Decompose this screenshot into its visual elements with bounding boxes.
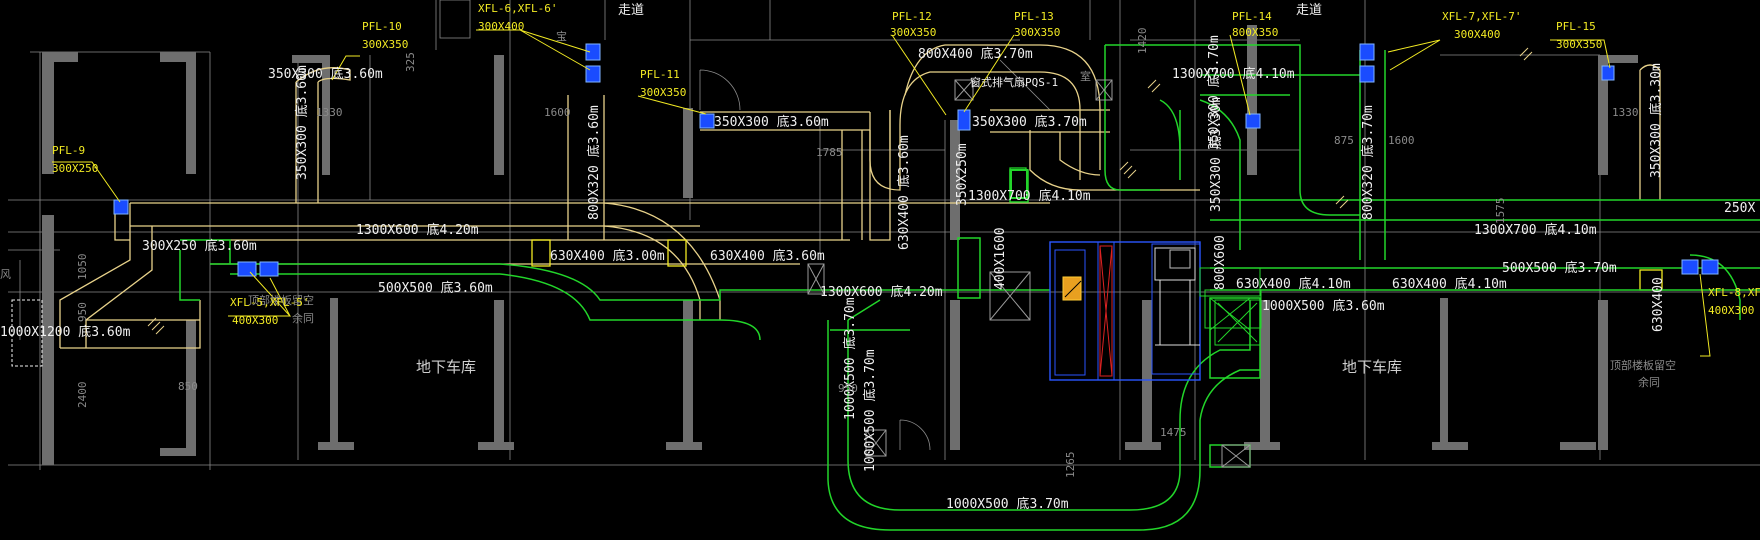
tag-name: XFL-5,XFL-5' [230,296,309,309]
tag-name: PFL-12 [892,10,932,23]
dimension-label: 1600 [1388,134,1415,147]
duct-label: 1300X700 底4.10m [1474,222,1597,238]
dimension-label: 1050 [76,254,89,281]
dimension-label: 1475 [1160,426,1187,439]
tag-size: 300X400 [478,20,524,33]
duct-label: 800X400 底3.70m [918,46,1033,62]
duct-label: 1000X1200 底3.60m [0,324,131,340]
vent-xfl-7b [1359,65,1375,83]
tag-name: PFL-15 [1556,20,1596,33]
vent-xfl-6 [585,43,601,61]
reserve-label: 余同 [292,311,314,325]
dimension-label: 1785 [816,146,843,159]
duct-label: 500X500 底3.60m [378,280,493,296]
tag-size: 300X400 [1454,28,1500,41]
duct-label: 250X [1724,201,1755,216]
reserve-label: 顶部楼板留空 [1610,358,1676,372]
duct-label: 350X300 底3.60m [268,66,383,82]
duct-label: 800X320 底3.70m [1360,105,1376,220]
tag-size: 300X350 [890,26,936,39]
vent-xfl-7 [1359,43,1375,61]
duct-label: 1000X500 底3.70m [946,496,1069,512]
vent-pfl-9 [113,199,129,215]
duct-label: 630X400 底3.00m [550,248,665,264]
vent-xfl-8 [1681,259,1699,275]
duct-label: 1000X500 底3.70m [862,349,878,472]
tag-size: 300X350 [640,86,686,99]
tag-name: PFL-10 [362,20,402,33]
vent-xfl-5b [259,261,279,277]
tag-size: 300X250 [52,162,98,175]
dimension-label: 850 [178,380,198,393]
duct-label: 350X300 底3.60m [714,114,829,130]
vent-pfl-14 [1245,113,1261,129]
partial-label: 宝 [556,29,567,43]
duct-label: 630X400 底4.10m [1392,276,1507,292]
vent-pfl-13 [957,109,971,131]
tag-name: PFL-14 [1232,10,1272,23]
dimension-label: 1330 [1612,106,1639,119]
duct-label: 350X300 底3.70m [972,114,1087,130]
air-handling-unit [1049,241,1262,381]
corridor-label: 走道 [618,3,644,18]
tag-name: PFL-9 [52,144,85,157]
tag-size: 400X300 [232,314,278,327]
duct-label: 1300X600 底4.20m [356,222,479,238]
reserve-label: 余同 [1638,375,1660,389]
dimension-label: 1265 [1064,452,1077,479]
duct-label: 630X400 底3.60m [710,248,825,264]
tag-name: XFL-6,XFL-6' [478,2,557,15]
duct-label: 1300X700 底4.10m [1172,66,1295,82]
duct-label: 350X300 底3.30m [1208,97,1224,212]
garage-label: 地下车库 [416,358,476,376]
vent-xfl-8b [1701,259,1719,275]
partial-label: 室 [1080,69,1091,83]
tag-name: PFL-13 [1014,10,1054,23]
vent-xfl-5 [237,261,257,277]
tag-size: 300X350 [362,38,408,51]
tag-size: 400X300 [1708,304,1754,317]
dimension-label: 950 [838,382,858,395]
duct-label: 500X500 底3.70m [1502,260,1617,276]
tag-name: PFL-11 [640,68,680,81]
duct-label: 630X400 底4.10m [1236,276,1351,292]
vent-pfl-11 [699,113,715,129]
dimension-label: 325 [404,52,417,72]
tag-name: XFL-8,XFL [1708,286,1760,299]
dimension-label: 1330 [316,106,343,119]
corridor-label: 走道 [1296,3,1322,18]
dimension-label: 875 [1334,134,1354,147]
garage-label: 地下车库 [1342,358,1402,376]
tag-size: 300X350 [1556,38,1602,51]
hvac-floor-plan: 走道 走道 地下车库 地下车库 顶部楼板留空 余同 顶部楼板留空 余同 窗式排气… [0,0,1760,540]
duct-label: 1000X500 底3.70m [842,297,858,420]
tag-size: 800X350 [1232,26,1278,39]
duct-label: 1300X600 底4.20m [820,284,943,300]
duct-label: 800X600 [1213,235,1228,290]
tag-name: XFL-7,XFL-7' [1442,10,1521,23]
partial-label: 风 [0,268,11,281]
dimension-label: 1600 [544,106,571,119]
duct-label: 350X300 底3.60m [294,65,310,180]
duct-label: 1300X700 底4.10m [968,188,1091,204]
duct-label: 630X400 [1651,277,1666,332]
duct-label: 300X250 底3.60m [142,238,257,254]
dimension-label: 1420 [1136,28,1149,55]
duct-label: 800X320 底3.60m [586,105,602,220]
garage-labels: 地下车库 地下车库 [416,358,1402,376]
duct-label: 630X400 底3.60m [896,135,912,250]
corridor-labels: 走道 走道 [618,3,1322,18]
duct-label: 350X300 底3.30m [1648,63,1664,178]
vent-pfl-15 [1601,65,1615,81]
dimension-label: 950 [76,302,89,322]
duct-label: 400X1600 [993,227,1008,290]
duct-label: 1000X500 底3.60m [1262,298,1385,314]
dimension-label: 1575 [1494,198,1507,225]
tag-size: 300X350 [1014,26,1060,39]
dimension-label: 2400 [76,382,89,409]
equipment-label: 窗式排气扇PQS-1 [970,75,1058,89]
